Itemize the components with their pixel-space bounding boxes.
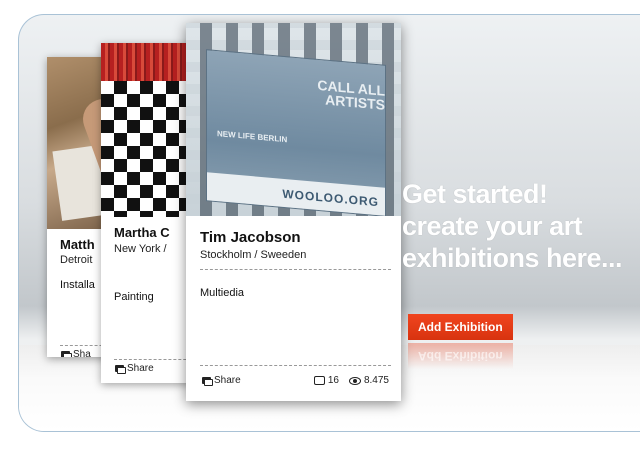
share-link[interactable]: Share — [202, 375, 241, 386]
share-label: Share — [214, 375, 241, 386]
comment-count-value: 16 — [327, 375, 339, 386]
eye-icon — [348, 376, 361, 385]
exhibition-category: Installa — [60, 279, 95, 291]
artist-location: Stockholm / Sweeden — [200, 249, 307, 261]
exhibition-photo: CALL ALL ARTISTS NEW LIFE BERLIN WOOLOO.… — [186, 23, 401, 216]
share-icon — [61, 351, 72, 357]
share-icon — [202, 377, 213, 386]
banner-subtitle: NEW LIFE BERLIN — [217, 129, 288, 145]
promo-headline: Get started! create your art exhibitions… — [402, 178, 640, 274]
share-icon — [115, 365, 126, 374]
comment-icon — [313, 376, 325, 385]
add-exhibition-button-reflection: Add Exhibition — [408, 343, 513, 369]
exhibition-banner: CALL ALL ARTISTS NEW LIFE BERLIN WOOLOO.… — [206, 49, 386, 216]
add-exhibition-button[interactable]: Add Exhibition — [408, 314, 513, 340]
artist-location: Detroit — [60, 254, 93, 266]
divider — [200, 365, 391, 366]
exhibition-category: Multiedia — [200, 287, 245, 299]
comment-count: 16 — [313, 375, 339, 386]
share-link[interactable]: Share — [115, 363, 154, 374]
headline-line-3: exhibitions here... — [402, 243, 623, 273]
exhibition-stats: 16 8.475 — [313, 375, 389, 386]
view-count: 8.475 — [348, 375, 389, 386]
artist-name[interactable]: Tim Jacobson — [200, 229, 301, 246]
headline-line-2: create your art — [402, 211, 583, 241]
share-link[interactable]: Sha — [61, 349, 91, 357]
artist-location: New York / — [114, 243, 167, 255]
exhibition-card[interactable]: CALL ALL ARTISTS NEW LIFE BERLIN WOOLOO.… — [186, 23, 401, 401]
divider — [200, 269, 391, 270]
banner-title: CALL ALL ARTISTS — [317, 76, 385, 113]
artist-name[interactable]: Matth — [60, 237, 95, 252]
share-label: Sha — [73, 349, 91, 357]
headline-line-1: Get started! — [402, 179, 548, 209]
artist-name[interactable]: Martha C — [114, 225, 170, 240]
share-label: Share — [127, 363, 154, 374]
exhibition-category: Painting — [114, 291, 154, 303]
view-count-value: 8.475 — [363, 375, 389, 386]
